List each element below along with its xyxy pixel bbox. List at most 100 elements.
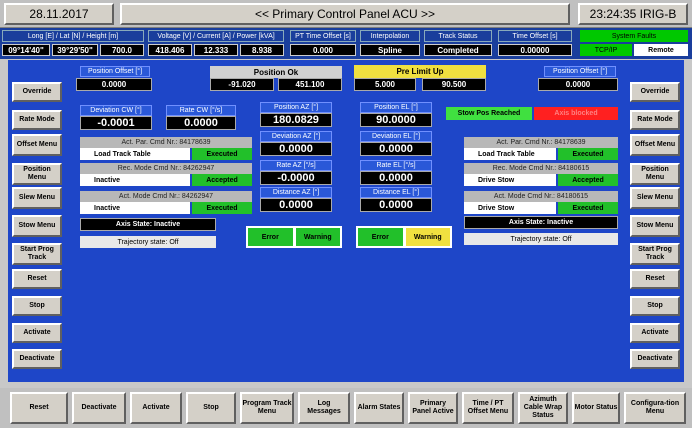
right-rate-mode-button[interactable]: Rate Mode	[630, 110, 680, 130]
axis-blocked-indicator: Axis blocked	[534, 107, 618, 120]
rate-el-value: 0.0000	[360, 171, 432, 185]
time-offset-header: Time Offset [s]	[498, 30, 572, 42]
system-faults-indicator[interactable]: System Faults	[580, 30, 688, 42]
bottom-program-track-menu-button[interactable]: Program Track Menu	[240, 392, 294, 424]
right-slew-menu-button[interactable]: Slew Menu	[630, 187, 680, 209]
time-display: 23:24:35 IRIG-B	[578, 3, 688, 25]
rate-el-label: Rate EL [°/s]	[360, 160, 432, 171]
bottom-alarm-states-button[interactable]: Alarm States	[354, 392, 404, 424]
height-value: 700.0	[100, 44, 144, 56]
rate-cw-value: 0.0000	[166, 116, 236, 130]
status-info-bar: Long [E] / Lat [N] / Height [m] 09°14'40…	[0, 28, 692, 59]
el-rec-mode-cmd: Drive Stow	[464, 174, 556, 186]
dist-az-label: Distance AZ [°]	[260, 187, 332, 198]
el-pos-offset-value[interactable]: 0.0000	[538, 78, 618, 91]
bottom-azimuth-cable-wrap-status-button[interactable]: Azimuth Cable Wrap Status	[518, 392, 568, 424]
pos-az-value: 180.0829	[260, 113, 332, 127]
az-rec-mode-label: Rec. Mode Cmd Nr.: 84262947	[80, 163, 252, 174]
right-deactivate-button[interactable]: Deactivate	[630, 349, 680, 369]
right-override-button[interactable]: Override	[630, 82, 680, 102]
pre-limit-value-b: 90.500	[422, 78, 486, 91]
longitude-value: 09°14'40"	[2, 44, 50, 56]
position-header: Long [E] / Lat [N] / Height [m]	[2, 30, 144, 42]
left-stow-menu-button[interactable]: Stow Menu	[12, 215, 62, 237]
pos-az-label: Position AZ [°]	[260, 102, 332, 113]
az-warning-indicator: Warning	[295, 228, 340, 246]
interpolation-value: Spline	[360, 44, 420, 56]
bottom-stop-button[interactable]: Stop	[186, 392, 236, 424]
latitude-value: 39°29'50"	[52, 44, 98, 56]
az-pos-offset-value[interactable]: 0.0000	[76, 78, 152, 91]
left-start-prog-track-button[interactable]: Start Prog Track	[12, 243, 62, 265]
right-position-menu-button[interactable]: Position Menu	[630, 163, 680, 185]
az-act-mode-status: Executed	[192, 202, 252, 214]
time-offset-value: 0.00000	[498, 44, 572, 56]
el-axis-state: Axis State: Inactive	[464, 216, 618, 229]
az-trajectory-state: Trajectory state: Off	[80, 236, 216, 248]
position-ok-az: -91.020	[210, 78, 274, 91]
pt-offset-header: PT Time Offset [s]	[290, 30, 356, 42]
right-activate-button[interactable]: Activate	[630, 323, 680, 343]
dist-az-value: 0.0000	[260, 198, 332, 212]
power-value: 8.938	[240, 44, 284, 56]
voltage-value: 418.406	[148, 44, 192, 56]
az-act-par-label: Act. Par. Cmd Nr.: 84178639	[80, 137, 252, 148]
bottom-configura-tion-menu-button[interactable]: Configura-tion Menu	[624, 392, 686, 424]
pt-offset-value: 0.000	[290, 44, 356, 56]
left-rate-mode-button[interactable]: Rate Mode	[12, 110, 62, 130]
dev-el-label: Deviation EL [°]	[360, 131, 432, 142]
el-act-par-label: Act. Par. Cmd Nr.: 84178639	[464, 137, 618, 148]
az-act-par-cmd: Load Track Table	[80, 148, 190, 160]
left-activate-button[interactable]: Activate	[12, 323, 62, 343]
right-stow-menu-button[interactable]: Stow Menu	[630, 215, 680, 237]
dev-cw-value: -0.0001	[80, 116, 152, 130]
bottom-motor-status-button[interactable]: Motor Status	[572, 392, 620, 424]
pos-el-value: 90.0000	[360, 113, 432, 127]
right-offset-menu-button[interactable]: Offset Menu	[630, 134, 680, 156]
bottom-reset-button[interactable]: Reset	[10, 392, 68, 424]
right-reset-button[interactable]: Reset	[630, 269, 680, 289]
az-rec-mode-cmd: Inactive	[80, 174, 190, 186]
track-status-value: Completed	[424, 44, 492, 56]
dist-el-value: 0.0000	[360, 198, 432, 212]
az-rec-mode-status: Accepted	[192, 174, 252, 186]
left-offset-menu-button[interactable]: Offset Menu	[12, 134, 62, 156]
el-error-warning-group: Error Warning	[356, 226, 452, 248]
position-ok-el: 451.100	[278, 78, 342, 91]
pre-limit-up-indicator: Pre Limit Up	[354, 65, 486, 78]
left-slew-menu-button[interactable]: Slew Menu	[12, 187, 62, 209]
interpolation-header: Interpolation	[360, 30, 420, 42]
title-bar: 28.11.2017 << Primary Control Panel ACU …	[0, 0, 692, 28]
az-error-indicator: Error	[248, 228, 293, 246]
right-stop-button[interactable]: Stop	[630, 296, 680, 316]
rate-az-label: Rate AZ [°/s]	[260, 160, 332, 171]
az-pos-offset-label: Position Offset [°]	[80, 66, 150, 77]
bottom-time-pt-offset-menu-button[interactable]: Time / PT Offset Menu	[462, 392, 514, 424]
dev-el-value: 0.0000	[360, 142, 432, 156]
az-axis-state: Axis State: Inactive	[80, 218, 216, 231]
left-override-button[interactable]: Override	[12, 82, 62, 102]
bottom-deactivate-button[interactable]: Deactivate	[72, 392, 126, 424]
rate-cw-label: Rate CW [°/s]	[166, 105, 236, 116]
bottom-activate-button[interactable]: Activate	[130, 392, 182, 424]
date-display: 28.11.2017	[4, 3, 114, 25]
el-rec-mode-status: Accepted	[558, 174, 618, 186]
pos-el-label: Position EL [°]	[360, 102, 432, 113]
left-stop-button[interactable]: Stop	[12, 296, 62, 316]
az-act-mode-label: Act. Mode Cmd Nr.: 84262947	[80, 191, 252, 202]
el-error-indicator: Error	[358, 228, 403, 246]
el-warning-indicator: Warning	[405, 228, 450, 246]
tcpip-indicator: TCP/IP	[580, 44, 632, 56]
bottom-log-messages-button[interactable]: Log Messages	[298, 392, 350, 424]
el-act-par-status: Executed	[558, 148, 618, 160]
rate-az-value: -0.0000	[260, 171, 332, 185]
el-act-par-cmd: Load Track Table	[464, 148, 556, 160]
left-deactivate-button[interactable]: Deactivate	[12, 349, 62, 369]
left-reset-button[interactable]: Reset	[12, 269, 62, 289]
panel-title: << Primary Control Panel ACU >>	[120, 3, 570, 25]
bottom-menu-bar: Reset Deactivate Activate Stop Program Track…	[0, 388, 692, 428]
right-start-prog-track-button[interactable]: Start Prog Track	[630, 243, 680, 265]
dev-cw-label: Deviation CW [°]	[80, 105, 152, 116]
left-position-menu-button[interactable]: Position Menu	[12, 163, 62, 185]
bottom-primary-panel-active-button[interactable]: Primary Panel Active	[408, 392, 458, 424]
